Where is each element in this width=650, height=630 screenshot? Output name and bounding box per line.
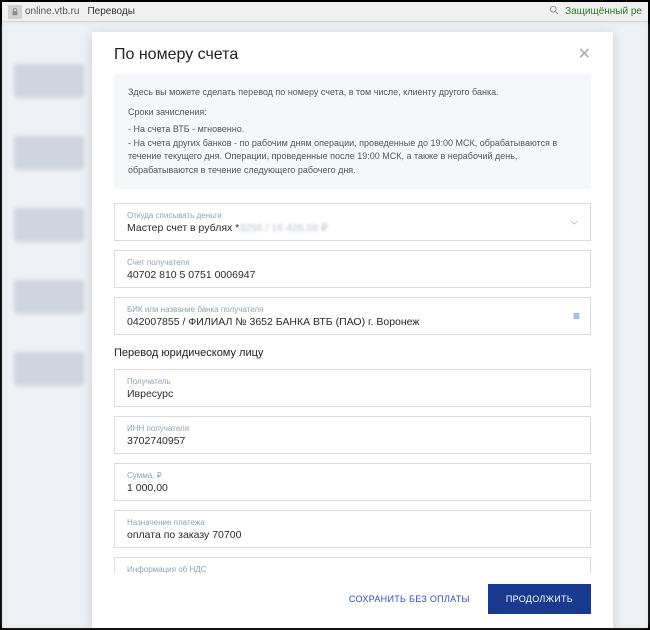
search-icon[interactable] [549, 5, 559, 18]
inn-field[interactable]: ИНН получателя 3702740957 [114, 416, 591, 454]
modal-header: По номеру счета ✕ [92, 32, 613, 74]
modal-footer: СОХРАНИТЬ БЕЗ ОПЛАТЫ ПРОДОЛЖИТЬ [92, 574, 613, 628]
page-title: Переводы [87, 6, 134, 17]
field-label: Счет получателя [127, 258, 578, 267]
info-panel: Здесь вы можете сделать перевод по номер… [114, 74, 591, 189]
info-line-2: - На счета других банков - по рабочим дн… [128, 137, 577, 178]
browser-url-bar: online.vtb.ru Переводы Защищённый ре [2, 2, 648, 22]
field-label: Откуда списывать деньги [127, 211, 578, 220]
purpose-field[interactable]: Назначение платежа оплата по заказу 7070… [114, 510, 591, 548]
field-label: БИК или название банка получателя [127, 305, 578, 314]
field-label: Информация об НДС [127, 565, 578, 574]
field-label: ИНН получателя [127, 424, 578, 433]
transfer-modal: По номеру счета ✕ Здесь вы можете сделат… [92, 32, 613, 628]
from-account-field[interactable]: Откуда списывать деньги Мастер счет в ру… [114, 203, 591, 241]
info-line-1: - На счета ВТБ - мгновенно. [128, 123, 577, 137]
chevron-down-icon: ⌵ [570, 217, 578, 228]
nds-field[interactable]: Информация об НДС , НДС не облагается ⌵ [114, 557, 591, 574]
field-label: Назначение платежа [127, 518, 578, 527]
field-value: Ивресурс [127, 388, 578, 400]
field-value: 3702740957 [127, 435, 578, 447]
section-heading: Перевод юридическому лицу [114, 347, 591, 359]
info-subhead: Сроки зачисления: [128, 106, 577, 120]
info-lead: Здесь вы можете сделать перевод по номер… [128, 86, 577, 100]
save-without-pay-button[interactable]: СОХРАНИТЬ БЕЗ ОПЛАТЫ [349, 594, 470, 604]
field-value: 042007855 / ФИЛИАЛ № 3652 БАНКА ВТБ (ПАО… [127, 316, 578, 328]
field-value: оплата по заказу 70700 [127, 529, 578, 541]
recipient-account-field[interactable]: Счет получателя 40702 810 5 0751 0006947 [114, 250, 591, 288]
amount-field[interactable]: Сумма, ₽ 1 000,00 [114, 463, 591, 501]
continue-button[interactable]: ПРОДОЛЖИТЬ [488, 584, 591, 614]
bank-icon: ≡ [573, 309, 578, 323]
modal-body: Здесь вы можете сделать перевод по номер… [92, 74, 613, 574]
field-value: 40702 810 5 0751 0006947 [127, 269, 578, 281]
field-value: 1 000,00 [127, 482, 578, 494]
chevron-down-icon: ⌵ [570, 571, 578, 575]
modal-title: По номеру счета [114, 46, 238, 64]
url-domain: online.vtb.ru [25, 6, 79, 17]
lock-icon [8, 5, 22, 19]
close-icon[interactable]: ✕ [578, 47, 591, 63]
payee-field[interactable]: Получатель Ивресурс [114, 369, 591, 407]
field-label: Сумма, ₽ [127, 471, 578, 480]
field-value: Мастер счет в рублях *3256 / 16 426,58 ₽ [127, 222, 578, 234]
secure-badge: Защищённый ре [565, 6, 642, 17]
bank-bik-field[interactable]: БИК или название банка получателя 042007… [114, 297, 591, 335]
field-label: Получатель [127, 377, 578, 386]
